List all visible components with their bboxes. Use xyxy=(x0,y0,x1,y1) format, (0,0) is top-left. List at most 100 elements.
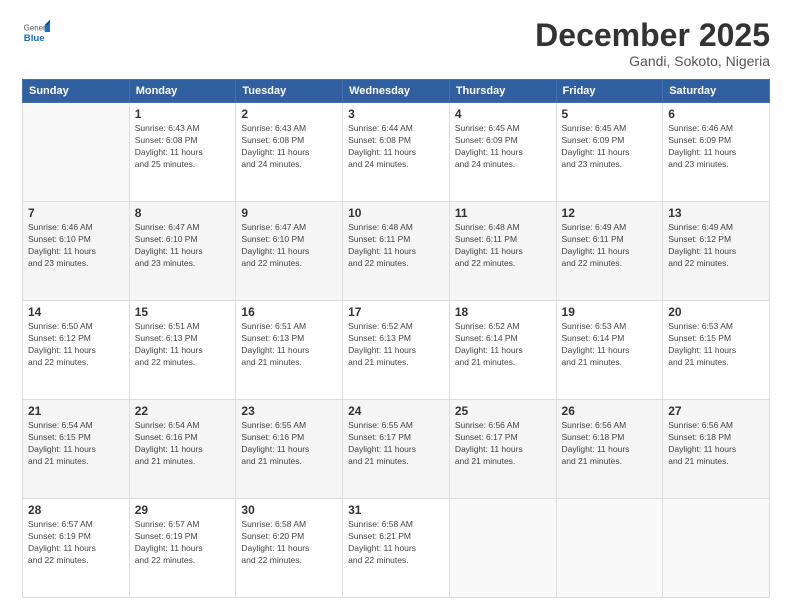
calendar-cell: 7 Sunrise: 6:46 AM Sunset: 6:10 PM Daylig… xyxy=(23,202,130,301)
calendar-cell xyxy=(23,103,130,202)
calendar-cell: 19 Sunrise: 6:53 AM Sunset: 6:14 PM Dayli… xyxy=(556,301,663,400)
day-info: Sunrise: 6:54 AM Sunset: 6:16 PM Dayligh… xyxy=(135,420,231,468)
day-info: Sunrise: 6:44 AM Sunset: 6:08 PM Dayligh… xyxy=(348,123,444,171)
day-number: 19 xyxy=(562,305,658,319)
calendar-week-row: 21 Sunrise: 6:54 AM Sunset: 6:15 PM Dayli… xyxy=(23,400,770,499)
calendar-cell: 23 Sunrise: 6:55 AM Sunset: 6:16 PM Dayli… xyxy=(236,400,343,499)
calendar-cell: 21 Sunrise: 6:54 AM Sunset: 6:15 PM Dayli… xyxy=(23,400,130,499)
day-info: Sunrise: 6:43 AM Sunset: 6:08 PM Dayligh… xyxy=(135,123,231,171)
calendar-cell: 2Sunrise: 6:43 AM Sunset: 6:08 PM Daylig… xyxy=(236,103,343,202)
calendar-cell: 16Sunrise: 6:51 AM Sunset: 6:13 PM Dayli… xyxy=(236,301,343,400)
day-info: Sunrise: 6:57 AM Sunset: 6:19 PM Dayligh… xyxy=(28,519,124,567)
calendar-cell xyxy=(449,499,556,598)
day-info: Sunrise: 6:56 AM Sunset: 6:18 PM Dayligh… xyxy=(562,420,658,468)
calendar-cell xyxy=(663,499,770,598)
day-number: 16 xyxy=(241,305,337,319)
page: General Blue December 2025 Gandi, Sokoto… xyxy=(0,0,792,612)
calendar-cell: 18Sunrise: 6:52 AM Sunset: 6:14 PM Dayli… xyxy=(449,301,556,400)
day-info: Sunrise: 6:57 AM Sunset: 6:19 PM Dayligh… xyxy=(135,519,231,567)
day-info: Sunrise: 6:47 AM Sunset: 6:10 PM Dayligh… xyxy=(241,222,337,270)
day-info: Sunrise: 6:51 AM Sunset: 6:13 PM Dayligh… xyxy=(135,321,231,369)
weekday-header-thursday: Thursday xyxy=(449,80,556,103)
calendar-cell: 20 Sunrise: 6:53 AM Sunset: 6:15 PM Dayli… xyxy=(663,301,770,400)
day-number: 1 xyxy=(135,107,231,121)
day-info: Sunrise: 6:46 AM Sunset: 6:10 PM Dayligh… xyxy=(28,222,124,270)
calendar-cell: 11Sunrise: 6:48 AM Sunset: 6:11 PM Dayli… xyxy=(449,202,556,301)
calendar-cell: 15 Sunrise: 6:51 AM Sunset: 6:13 PM Dayli… xyxy=(129,301,236,400)
calendar-cell: 22 Sunrise: 6:54 AM Sunset: 6:16 PM Dayli… xyxy=(129,400,236,499)
day-number: 24 xyxy=(348,404,444,418)
day-info: Sunrise: 6:58 AM Sunset: 6:20 PM Dayligh… xyxy=(241,519,337,567)
day-number: 2 xyxy=(241,107,337,121)
calendar-cell xyxy=(556,499,663,598)
day-info: Sunrise: 6:55 AM Sunset: 6:16 PM Dayligh… xyxy=(241,420,337,468)
calendar-cell: 28Sunrise: 6:57 AM Sunset: 6:19 PM Dayli… xyxy=(23,499,130,598)
day-number: 12 xyxy=(562,206,658,220)
calendar-cell: 30 Sunrise: 6:58 AM Sunset: 6:20 PM Dayli… xyxy=(236,499,343,598)
calendar-cell: 17 Sunrise: 6:52 AM Sunset: 6:13 PM Dayli… xyxy=(343,301,450,400)
day-info: Sunrise: 6:56 AM Sunset: 6:17 PM Dayligh… xyxy=(455,420,551,468)
day-number: 30 xyxy=(241,503,337,517)
calendar-week-row: 7 Sunrise: 6:46 AM Sunset: 6:10 PM Daylig… xyxy=(23,202,770,301)
day-number: 3 xyxy=(348,107,444,121)
calendar-cell: 26Sunrise: 6:56 AM Sunset: 6:18 PM Dayli… xyxy=(556,400,663,499)
calendar-cell: 12 Sunrise: 6:49 AM Sunset: 6:11 PM Dayli… xyxy=(556,202,663,301)
calendar-cell: 27 Sunrise: 6:56 AM Sunset: 6:18 PM Dayli… xyxy=(663,400,770,499)
weekday-header-row: SundayMondayTuesdayWednesdayThursdayFrid… xyxy=(23,80,770,103)
logo-icon: General Blue xyxy=(22,18,50,46)
day-number: 7 xyxy=(28,206,124,220)
calendar-week-row: 1 Sunrise: 6:43 AM Sunset: 6:08 PM Daylig… xyxy=(23,103,770,202)
day-info: Sunrise: 6:46 AM Sunset: 6:09 PM Dayligh… xyxy=(668,123,764,171)
day-number: 21 xyxy=(28,404,124,418)
calendar-cell: 4Sunrise: 6:45 AM Sunset: 6:09 PM Daylig… xyxy=(449,103,556,202)
day-info: Sunrise: 6:55 AM Sunset: 6:17 PM Dayligh… xyxy=(348,420,444,468)
day-number: 31 xyxy=(348,503,444,517)
day-number: 25 xyxy=(455,404,551,418)
day-info: Sunrise: 6:49 AM Sunset: 6:11 PM Dayligh… xyxy=(562,222,658,270)
day-number: 15 xyxy=(135,305,231,319)
calendar-cell: 8Sunrise: 6:47 AM Sunset: 6:10 PM Daylig… xyxy=(129,202,236,301)
day-number: 6 xyxy=(668,107,764,121)
month-year: December 2025 xyxy=(535,18,770,53)
day-number: 29 xyxy=(135,503,231,517)
day-info: Sunrise: 6:53 AM Sunset: 6:15 PM Dayligh… xyxy=(668,321,764,369)
day-info: Sunrise: 6:45 AM Sunset: 6:09 PM Dayligh… xyxy=(455,123,551,171)
calendar-cell: 31Sunrise: 6:58 AM Sunset: 6:21 PM Dayli… xyxy=(343,499,450,598)
weekday-header-sunday: Sunday xyxy=(23,80,130,103)
day-info: Sunrise: 6:56 AM Sunset: 6:18 PM Dayligh… xyxy=(668,420,764,468)
location: Gandi, Sokoto, Nigeria xyxy=(535,53,770,69)
day-info: Sunrise: 6:49 AM Sunset: 6:12 PM Dayligh… xyxy=(668,222,764,270)
day-number: 9 xyxy=(241,206,337,220)
day-info: Sunrise: 6:52 AM Sunset: 6:13 PM Dayligh… xyxy=(348,321,444,369)
calendar-cell: 3 Sunrise: 6:44 AM Sunset: 6:08 PM Daylig… xyxy=(343,103,450,202)
day-info: Sunrise: 6:50 AM Sunset: 6:12 PM Dayligh… xyxy=(28,321,124,369)
calendar-cell: 13 Sunrise: 6:49 AM Sunset: 6:12 PM Dayli… xyxy=(663,202,770,301)
day-info: Sunrise: 6:45 AM Sunset: 6:09 PM Dayligh… xyxy=(562,123,658,171)
calendar-cell: 14 Sunrise: 6:50 AM Sunset: 6:12 PM Dayli… xyxy=(23,301,130,400)
day-info: Sunrise: 6:52 AM Sunset: 6:14 PM Dayligh… xyxy=(455,321,551,369)
day-number: 22 xyxy=(135,404,231,418)
day-number: 20 xyxy=(668,305,764,319)
logo: General Blue xyxy=(22,18,50,46)
day-info: Sunrise: 6:53 AM Sunset: 6:14 PM Dayligh… xyxy=(562,321,658,369)
weekday-header-tuesday: Tuesday xyxy=(236,80,343,103)
day-info: Sunrise: 6:48 AM Sunset: 6:11 PM Dayligh… xyxy=(455,222,551,270)
day-number: 14 xyxy=(28,305,124,319)
day-number: 27 xyxy=(668,404,764,418)
svg-text:Blue: Blue xyxy=(24,33,45,44)
weekday-header-wednesday: Wednesday xyxy=(343,80,450,103)
calendar-table: SundayMondayTuesdayWednesdayThursdayFrid… xyxy=(22,79,770,598)
calendar-cell: 24 Sunrise: 6:55 AM Sunset: 6:17 PM Dayli… xyxy=(343,400,450,499)
day-number: 10 xyxy=(348,206,444,220)
day-number: 23 xyxy=(241,404,337,418)
weekday-header-friday: Friday xyxy=(556,80,663,103)
day-info: Sunrise: 6:54 AM Sunset: 6:15 PM Dayligh… xyxy=(28,420,124,468)
day-number: 17 xyxy=(348,305,444,319)
title-area: December 2025 Gandi, Sokoto, Nigeria xyxy=(535,18,770,69)
calendar-cell: 5Sunrise: 6:45 AM Sunset: 6:09 PM Daylig… xyxy=(556,103,663,202)
day-info: Sunrise: 6:48 AM Sunset: 6:11 PM Dayligh… xyxy=(348,222,444,270)
day-number: 13 xyxy=(668,206,764,220)
calendar-cell: 9 Sunrise: 6:47 AM Sunset: 6:10 PM Daylig… xyxy=(236,202,343,301)
calendar-cell: 6 Sunrise: 6:46 AM Sunset: 6:09 PM Daylig… xyxy=(663,103,770,202)
day-number: 8 xyxy=(135,206,231,220)
